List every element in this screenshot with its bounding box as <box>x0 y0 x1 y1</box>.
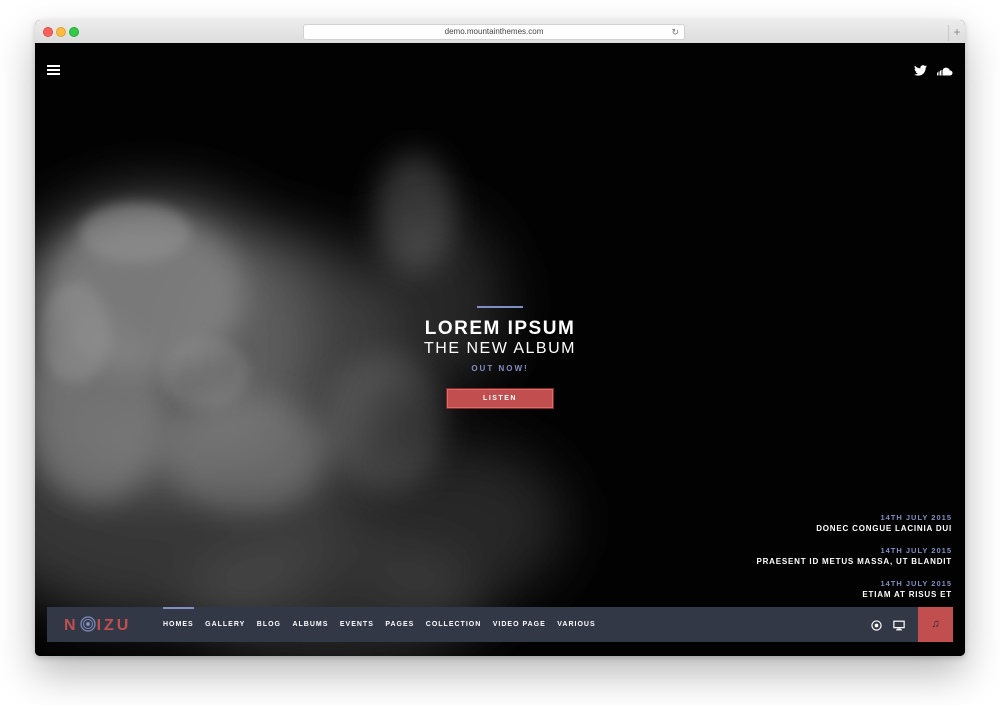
nav-item-events[interactable]: EVENTS <box>340 607 374 642</box>
logo-letters-right: IZU <box>96 617 132 634</box>
address-bar-url: demo.mountainthemes.com <box>444 27 544 36</box>
monitor-icon[interactable] <box>893 618 905 636</box>
event-title: ETIAM AT RISUS ET <box>862 590 952 599</box>
page-content: LOREM IPSUM THE NEW ALBUM OUT NOW! LISTE… <box>35 43 965 656</box>
nav-menu: HOMES GALLERY BLOG ALBUMS EVENTS PAGES C… <box>163 607 603 642</box>
event-item[interactable]: 14TH JULY 2015 PRAESENT ID METUS MASSA, … <box>756 546 952 567</box>
hamburger-menu-icon[interactable] <box>47 65 60 75</box>
browser-window: demo.mountainthemes.com ↻ + LOREM IPSUM … <box>35 20 965 656</box>
nav-item-gallery[interactable]: GALLERY <box>205 607 245 642</box>
browser-titlebar: demo.mountainthemes.com ↻ + <box>35 20 965 44</box>
zoom-window-button[interactable] <box>69 27 79 37</box>
new-tab-button[interactable]: + <box>948 25 965 41</box>
hero-section: LOREM IPSUM THE NEW ALBUM OUT NOW! LISTE… <box>35 306 965 408</box>
nav-item-blog[interactable]: BLOG <box>257 607 281 642</box>
close-window-button[interactable] <box>43 27 53 37</box>
logo-letter-left: N <box>64 617 79 634</box>
event-title: DONEC CONGUE LACINIA DUI <box>816 524 952 533</box>
nav-tools <box>864 618 905 636</box>
minimize-window-button[interactable] <box>56 27 66 37</box>
nav-item-various[interactable]: VARIOUS <box>557 607 595 642</box>
soundcloud-icon[interactable] <box>937 63 953 81</box>
hero-tagline: OUT NOW! <box>471 364 529 373</box>
event-date: 14TH JULY 2015 <box>880 579 952 588</box>
social-links <box>908 63 953 81</box>
record-icon[interactable] <box>870 618 882 636</box>
hero-subtitle: THE NEW ALBUM <box>424 340 576 357</box>
twitter-icon[interactable] <box>913 63 927 81</box>
nav-item-albums[interactable]: ALBUMS <box>292 607 328 642</box>
main-navbar: N IZU HOMES GALLERY BLOG ALBUMS EVENTS PA… <box>47 607 953 642</box>
event-title: PRAESENT ID METUS MASSA, UT BLANDIT <box>756 557 952 566</box>
music-player-button[interactable]: ♫ <box>918 607 953 642</box>
event-date: 14TH JULY 2015 <box>880 546 952 555</box>
events-list: 14TH JULY 2015 DONEC CONGUE LACINIA DUI … <box>756 513 952 612</box>
nav-item-video-page[interactable]: VIDEO PAGE <box>493 607 546 642</box>
reload-icon[interactable]: ↻ <box>671 25 679 39</box>
site-logo[interactable]: N IZU <box>64 616 131 637</box>
nav-item-homes[interactable]: HOMES <box>163 607 194 642</box>
address-bar[interactable]: demo.mountainthemes.com ↻ <box>303 24 685 40</box>
event-item[interactable]: 14TH JULY 2015 ETIAM AT RISUS ET <box>756 579 952 600</box>
event-item[interactable]: 14TH JULY 2015 DONEC CONGUE LACINIA DUI <box>756 513 952 534</box>
hero-divider <box>477 306 523 308</box>
listen-button[interactable]: LISTEN <box>447 389 553 408</box>
nav-item-pages[interactable]: PAGES <box>385 607 414 642</box>
event-date: 14TH JULY 2015 <box>880 513 952 522</box>
hero-title: LOREM IPSUM <box>424 318 576 339</box>
nav-item-collection[interactable]: COLLECTION <box>426 607 482 642</box>
vinyl-logo-icon <box>79 616 96 637</box>
